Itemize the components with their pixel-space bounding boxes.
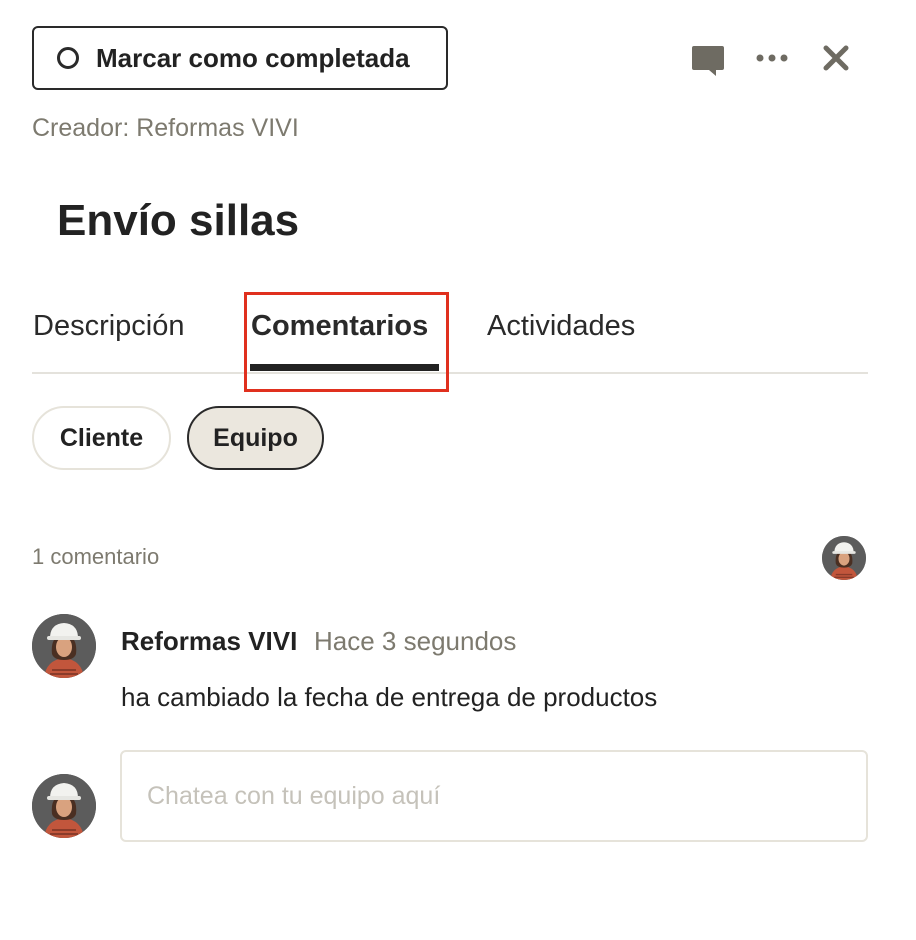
task-creator: Creador: Reformas VIVI [32, 114, 299, 142]
comment-author: Reformas VIVI [121, 626, 298, 656]
tab-activities[interactable]: Actividades [487, 310, 635, 343]
filter-team-pill[interactable]: Equipo [187, 406, 324, 470]
more-options-icon[interactable] [754, 46, 790, 70]
comment-count: 1 comentario [32, 544, 160, 569]
tab-bar: Descripción Comentarios Actividades [32, 292, 868, 374]
current-user-avatar [32, 774, 96, 838]
task-detail-panel: Marcar como completada Creador: Reformas… [0, 0, 916, 940]
mark-complete-button[interactable]: Marcar como completada [32, 26, 448, 90]
tab-description[interactable]: Descripción [33, 310, 185, 343]
active-tab-indicator [250, 364, 439, 371]
comment-timestamp: Hace 3 segundos [314, 626, 517, 656]
mark-complete-label: Marcar como completada [96, 42, 410, 73]
comment-text: ha cambiado la fecha de entrega de produ… [121, 682, 658, 712]
checkbox-circle-icon [57, 47, 79, 69]
chat-input[interactable] [120, 750, 868, 842]
chat-bubble-icon[interactable] [690, 44, 726, 78]
filter-client-pill[interactable]: Cliente [32, 406, 171, 470]
tab-comments[interactable]: Comentarios [251, 310, 428, 343]
participant-avatar[interactable] [822, 536, 866, 580]
close-icon[interactable] [820, 42, 852, 74]
task-title: Envío sillas [57, 196, 300, 245]
comment-author-avatar [32, 614, 96, 678]
